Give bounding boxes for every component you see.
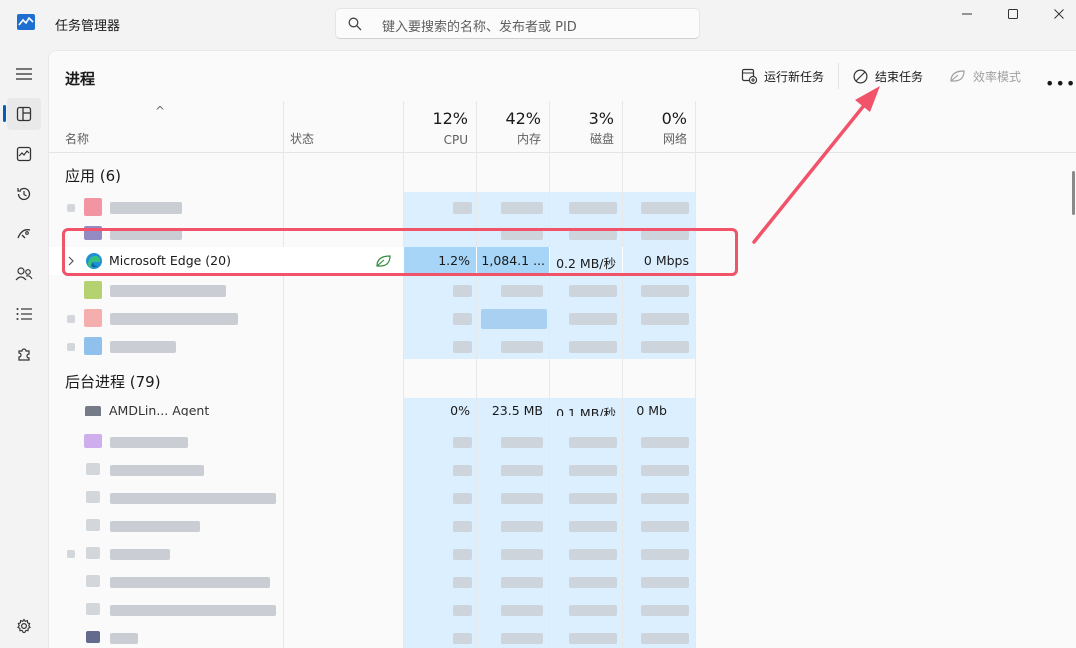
annotation-arrow [752,86,880,244]
